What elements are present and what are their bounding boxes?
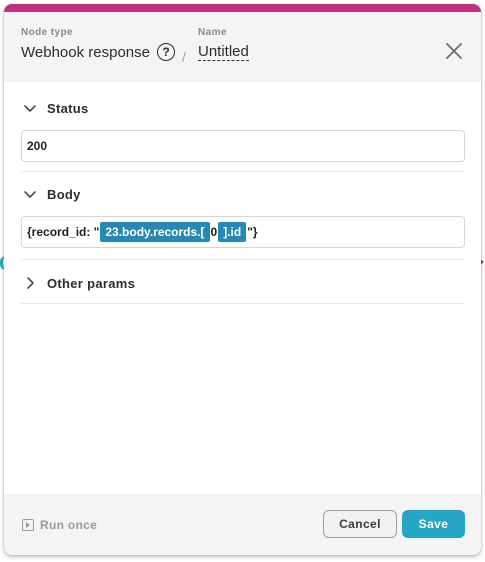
node-type-label: Node type	[21, 27, 73, 38]
save-button[interactable]: Save	[402, 510, 465, 538]
chevron-down-icon	[24, 105, 36, 112]
name-block: Name Untitled	[198, 27, 249, 61]
node-config-dialog: Node type Webhook response ? / Name Unti…	[4, 4, 481, 555]
body-variable-token[interactable]: 23.body.records.[	[100, 222, 210, 242]
name-label: Name	[198, 27, 227, 38]
node-type-block: Node type Webhook response ?	[21, 27, 175, 61]
chevron-right-icon	[27, 277, 34, 289]
status-section: Status 200	[21, 86, 465, 162]
dialog-header: Node type Webhook response ? / Name Unti…	[4, 12, 481, 82]
dialog-accent-bar	[4, 4, 481, 12]
body-section-header[interactable]: Body	[21, 172, 465, 216]
dialog-footer: Run once Cancel Save	[4, 494, 481, 555]
run-once-label: Run once	[40, 518, 98, 532]
status-title: Status	[47, 100, 89, 116]
header-separator: /	[182, 49, 186, 65]
close-icon[interactable]	[445, 42, 463, 60]
run-once-button[interactable]: Run once	[22, 518, 97, 532]
status-input[interactable]: 200	[21, 130, 465, 162]
body-text-index: 0	[210, 225, 218, 239]
body-variable-token[interactable]: ].id	[218, 222, 247, 242]
status-section-header[interactable]: Status	[21, 86, 465, 130]
cancel-button[interactable]: Cancel	[323, 510, 397, 538]
run-icon	[22, 519, 34, 531]
help-icon[interactable]: ?	[156, 43, 175, 61]
body-text-prefix: {record_id: "	[27, 225, 100, 239]
other-params-section: Other params	[21, 261, 465, 305]
other-params-header[interactable]: Other params	[21, 261, 465, 305]
body-section: Body {record_id: " 23.body.records.[ 0 ]…	[21, 172, 465, 248]
dialog-body: Status 200 Body {record_id: " 23.body.re…	[4, 82, 481, 494]
node-type-value-row: Webhook response ?	[21, 43, 175, 61]
body-divider	[21, 259, 465, 260]
node-type-value: Webhook response	[21, 43, 150, 61]
body-title: Body	[47, 186, 81, 202]
node-name-field[interactable]: Untitled	[198, 43, 249, 61]
status-value: 200	[27, 139, 48, 153]
body-expression-input[interactable]: {record_id: " 23.body.records.[ 0 ].id "…	[21, 216, 465, 248]
body-text-suffix: "}	[247, 225, 258, 239]
other-params-divider	[21, 303, 465, 304]
chevron-down-icon	[24, 191, 36, 198]
other-params-title: Other params	[47, 275, 136, 291]
